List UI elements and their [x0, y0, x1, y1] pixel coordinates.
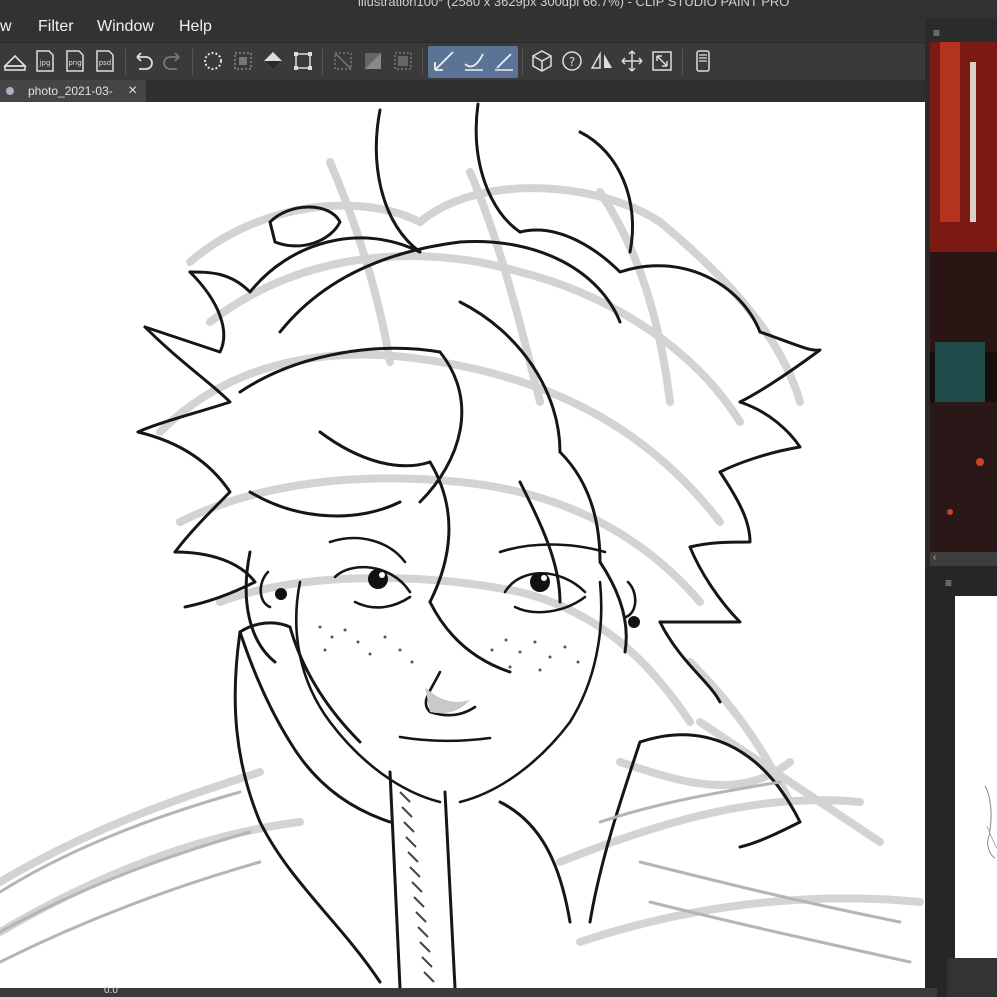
clear-selection-icon[interactable]	[198, 46, 228, 76]
close-tab-button[interactable]: ×	[128, 83, 137, 99]
navigator-panel: ≡	[925, 566, 997, 997]
svg-text:?: ?	[569, 55, 575, 69]
3d-model-icon[interactable]	[527, 46, 557, 76]
stroke-snap-special-icon[interactable]	[459, 46, 489, 76]
smartphone-icon[interactable]	[688, 46, 718, 76]
flip-horizontal-icon[interactable]	[587, 46, 617, 76]
fill-icon[interactable]	[258, 46, 288, 76]
svg-text:jpg: jpg	[39, 59, 51, 67]
menu-bar: illustration100* (2580 x 3629px 300dpi 6…	[0, 0, 997, 42]
zoom-level[interactable]: 0.0	[104, 985, 118, 996]
panel-footer	[947, 958, 997, 997]
reference-panel: ≡ ‹	[925, 18, 997, 566]
window-title: illustration100* (2580 x 3629px 300dpi 6…	[358, 0, 790, 9]
menu-window[interactable]: Window	[97, 18, 154, 36]
navigator-preview[interactable]	[955, 596, 997, 980]
convert-to-layer-icon[interactable]	[388, 46, 418, 76]
document-tab[interactable]: photo_2021-03- ×	[0, 80, 146, 102]
transform-icon[interactable]	[288, 46, 318, 76]
menu-help[interactable]: Help	[179, 18, 212, 36]
hide-selection-icon[interactable]	[328, 46, 358, 76]
help-icon[interactable]: ?	[557, 46, 587, 76]
menu-filter[interactable]: Filter	[38, 18, 74, 36]
clear-outside-icon[interactable]	[358, 46, 388, 76]
status-bar: 0.0	[0, 985, 937, 997]
invert-selection-icon[interactable]	[228, 46, 258, 76]
stroke-snap-ruler-icon[interactable]	[429, 46, 459, 76]
panel-menu-icon[interactable]: ≡	[933, 26, 940, 40]
command-bar: jpg png psd ?	[0, 42, 925, 80]
drawing-canvas[interactable]	[0, 102, 925, 988]
panel-scrollbar[interactable]: ‹	[930, 552, 997, 566]
document-tab-bar: photo_2021-03- ×	[0, 80, 925, 102]
modified-indicator	[6, 87, 14, 95]
export-png-icon[interactable]: png	[60, 46, 90, 76]
reference-image	[930, 42, 997, 552]
export-psd-icon[interactable]: psd	[90, 46, 120, 76]
undo-icon[interactable]	[128, 46, 158, 76]
panel-menu-icon[interactable]: ≡	[945, 576, 952, 590]
move-icon[interactable]	[617, 46, 647, 76]
export-jpg-icon[interactable]: jpg	[30, 46, 60, 76]
fit-window-icon[interactable]	[647, 46, 677, 76]
svg-text:png: png	[68, 59, 81, 67]
redo-icon[interactable]	[158, 46, 188, 76]
menu-view[interactable]: w	[0, 18, 12, 36]
document-tab-title: photo_2021-03-	[28, 84, 113, 98]
svg-text:psd: psd	[99, 59, 112, 67]
stroke-snap-grid-icon[interactable]	[489, 46, 519, 76]
export-image-icon[interactable]	[0, 46, 30, 76]
artwork	[0, 102, 924, 988]
